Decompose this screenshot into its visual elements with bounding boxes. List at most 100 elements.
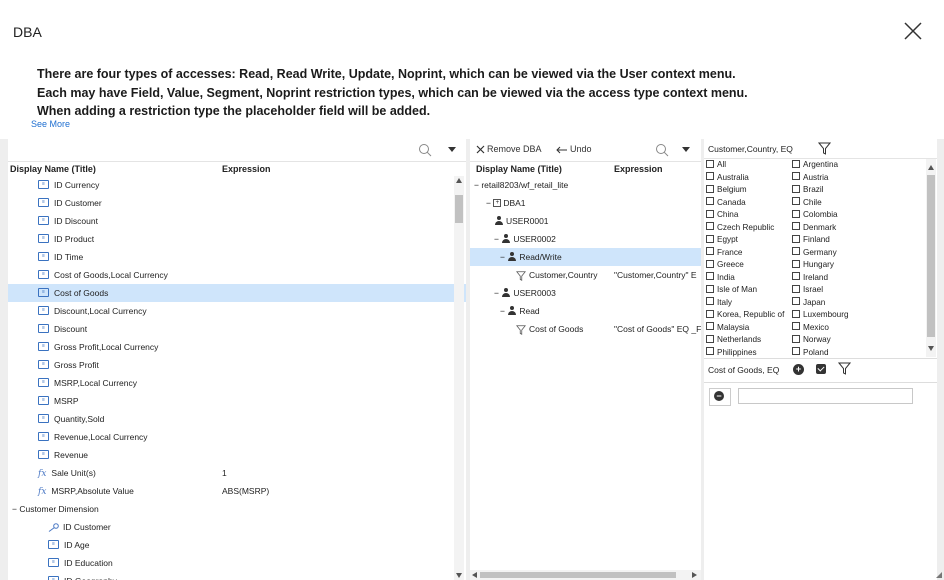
country-option[interactable]: Egypt	[706, 234, 738, 244]
country-option[interactable]: Norway	[792, 334, 831, 344]
dba-tree-row[interactable]: − USER0003	[470, 284, 701, 302]
country-option[interactable]: Chile	[792, 197, 822, 207]
checkbox-icon[interactable]	[816, 364, 826, 374]
checkbox[interactable]	[792, 297, 800, 306]
country-option[interactable]: Australia	[706, 172, 749, 182]
value-input[interactable]	[738, 388, 913, 404]
scroll-thumb[interactable]	[455, 195, 463, 223]
field-row[interactable]: ≡ Quantity,Sold	[8, 410, 466, 428]
scroll-up-icon[interactable]	[456, 178, 462, 183]
close-icon[interactable]	[902, 20, 924, 42]
checkbox[interactable]	[792, 234, 800, 243]
checkbox[interactable]	[706, 272, 714, 281]
country-option[interactable]: Malaysia	[706, 322, 749, 332]
checkbox[interactable]	[792, 272, 800, 281]
dropdown-caret-icon[interactable]	[682, 147, 690, 153]
country-option[interactable]: Brazil	[792, 184, 823, 194]
filter-icon[interactable]	[838, 362, 851, 375]
checkbox[interactable]	[706, 297, 714, 306]
checkbox[interactable]	[792, 172, 800, 181]
checkbox[interactable]	[706, 309, 714, 318]
checkbox[interactable]	[706, 172, 714, 181]
checkbox[interactable]	[792, 259, 800, 268]
field-row[interactable]: ≡ Discount,Local Currency	[8, 302, 466, 320]
country-option[interactable]: India	[706, 272, 735, 282]
dba-tree-row[interactable]: USER0001	[470, 212, 701, 230]
country-option[interactable]: France	[706, 247, 742, 257]
dba-tree-row[interactable]: − Read	[470, 302, 701, 320]
country-option[interactable]: Austria	[792, 172, 828, 182]
dba-tree-row[interactable]: Customer,Country "Customer,Country" E	[470, 266, 701, 284]
country-option[interactable]: Korea, Republic of	[706, 309, 784, 319]
scroll-thumb[interactable]	[480, 572, 676, 578]
country-option[interactable]: Finland	[792, 234, 830, 244]
country-option[interactable]: Italy	[706, 297, 732, 307]
field-row[interactable]: ≡ MSRP	[8, 392, 466, 410]
scroll-down-icon[interactable]	[456, 573, 462, 578]
dropdown-caret-icon[interactable]	[448, 147, 456, 153]
scroll-thumb[interactable]	[927, 175, 935, 337]
field-row[interactable]: ID Customer	[8, 518, 466, 536]
dba-tree-row[interactable]: − retail8203/wf_retail_lite	[470, 176, 701, 194]
checkbox[interactable]	[792, 247, 800, 256]
resize-grip-icon[interactable]	[936, 572, 942, 578]
checkbox[interactable]	[706, 222, 714, 231]
checkbox[interactable]	[706, 347, 714, 356]
checkbox[interactable]	[706, 197, 714, 206]
checkbox[interactable]	[706, 234, 714, 243]
see-more-link[interactable]: See More	[31, 119, 70, 129]
checkbox[interactable]	[792, 309, 800, 318]
country-option[interactable]: Japan	[792, 297, 825, 307]
country-option[interactable]: Ireland	[792, 272, 828, 282]
field-row[interactable]: ≡ Cost of Goods	[8, 284, 466, 302]
scroll-up-icon[interactable]	[928, 165, 934, 170]
filter-icon[interactable]	[818, 142, 831, 155]
country-option[interactable]: Canada	[706, 197, 746, 207]
field-row[interactable]: ≡ Gross Profit	[8, 356, 466, 374]
field-row[interactable]: ≡ ID Currency	[8, 176, 466, 194]
country-option[interactable]: Colombia	[792, 209, 838, 219]
country-option[interactable]: Czech Republic	[706, 222, 774, 232]
dba-tree-row[interactable]: − Read/Write	[470, 248, 701, 266]
remove-value-button[interactable]: −	[709, 388, 731, 406]
checkbox[interactable]	[792, 284, 800, 293]
country-option[interactable]: Israel	[792, 284, 823, 294]
country-option[interactable]: All	[706, 159, 726, 169]
country-option[interactable]: Luxembourg	[792, 309, 849, 319]
checkbox[interactable]	[792, 222, 800, 231]
checkbox[interactable]	[706, 247, 714, 256]
field-row[interactable]: ≡ ID Age	[8, 536, 466, 554]
country-option[interactable]: Isle of Man	[706, 284, 757, 294]
checkbox[interactable]	[792, 322, 800, 331]
checkbox[interactable]	[706, 184, 714, 193]
scroll-down-icon[interactable]	[928, 346, 934, 351]
country-option[interactable]: Hungary	[792, 259, 834, 269]
field-row[interactable]: ≡ ID Education	[8, 554, 466, 572]
checkbox[interactable]	[792, 184, 800, 193]
country-option[interactable]: Mexico	[792, 322, 829, 332]
field-row[interactable]: fx Sale Unit(s) 1	[8, 464, 466, 482]
field-row[interactable]: ≡ ID Product	[8, 230, 466, 248]
field-row[interactable]: ≡ ID Customer	[8, 194, 466, 212]
country-option[interactable]: Greece	[706, 259, 744, 269]
scroll-right-icon[interactable]	[692, 572, 697, 578]
vertical-scrollbar[interactable]	[454, 176, 464, 580]
field-row[interactable]: ≡ MSRP,Local Currency	[8, 374, 466, 392]
checkbox[interactable]	[706, 209, 714, 218]
checkbox[interactable]	[706, 159, 714, 168]
vertical-scrollbar[interactable]	[926, 159, 936, 357]
field-row[interactable]: ≡ Cost of Goods,Local Currency	[8, 266, 466, 284]
country-option[interactable]: Poland	[792, 347, 829, 357]
dba-tree-row[interactable]: − + DBA1	[470, 194, 701, 212]
field-row[interactable]: ≡ Gross Profit,Local Currency	[8, 338, 466, 356]
country-option[interactable]: Denmark	[792, 222, 836, 232]
checkbox[interactable]	[792, 209, 800, 218]
dba-tree-row[interactable]: Cost of Goods "Cost of Goods" EQ _F	[470, 320, 701, 338]
country-option[interactable]: Argentina	[792, 159, 838, 169]
dba-tree-row[interactable]: − USER0002	[470, 230, 701, 248]
country-option[interactable]: Germany	[792, 247, 837, 257]
field-row[interactable]: fx MSRP,Absolute Value ABS(MSRP)	[8, 482, 466, 500]
field-row[interactable]: ≡ ID Time	[8, 248, 466, 266]
country-option[interactable]: Belgium	[706, 184, 747, 194]
checkbox[interactable]	[792, 159, 800, 168]
